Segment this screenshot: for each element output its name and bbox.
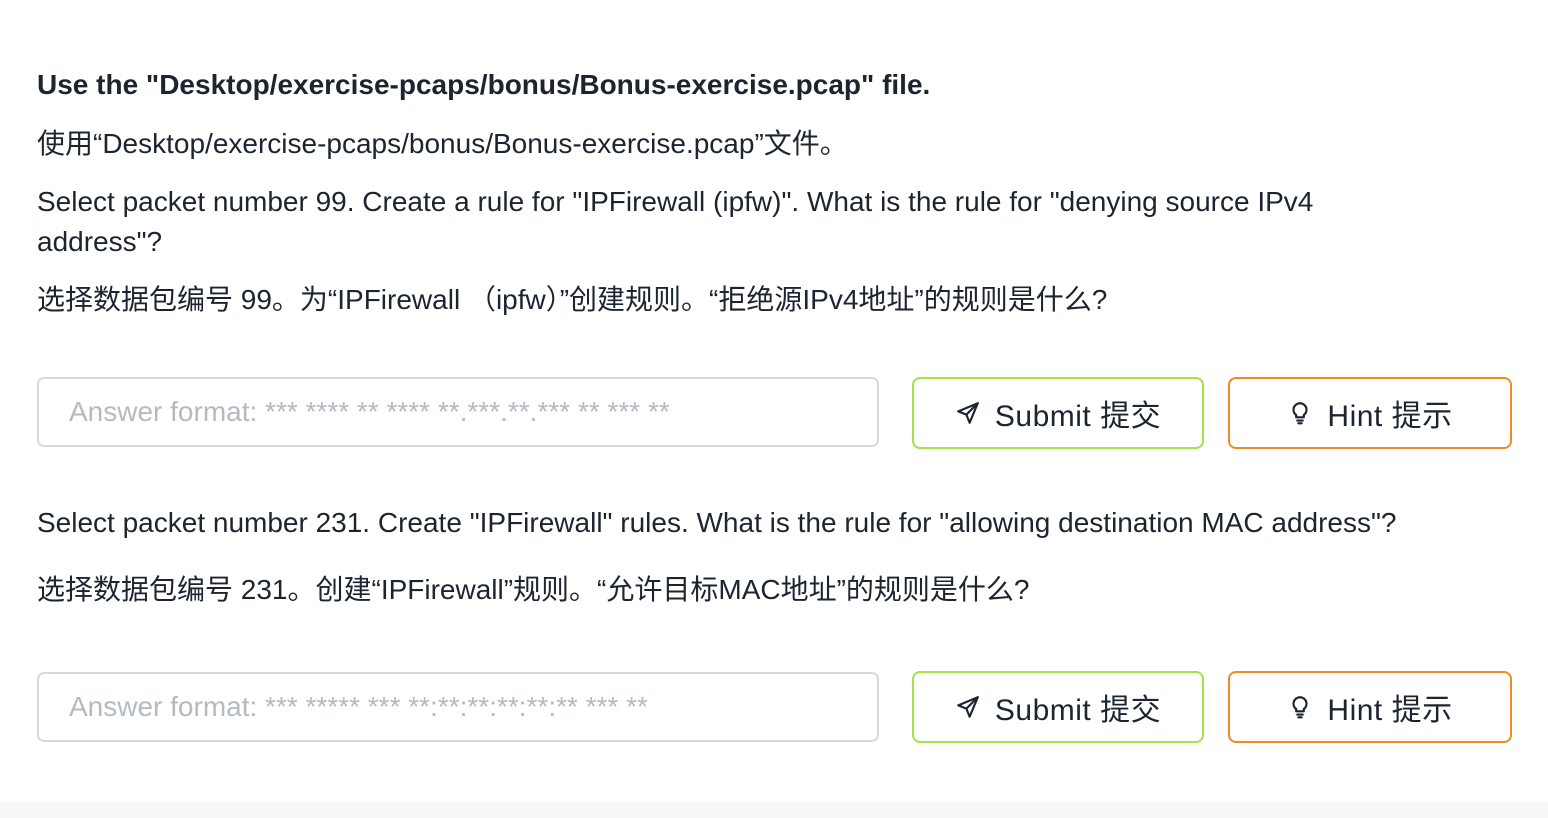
paper-plane-icon xyxy=(955,694,981,720)
question-2-hint-button[interactable]: Hint 提示 xyxy=(1228,671,1512,743)
question-1-answer-input[interactable] xyxy=(37,377,879,447)
lightbulb-icon xyxy=(1287,400,1313,426)
question-1-hint-button[interactable]: Hint 提示 xyxy=(1228,377,1512,449)
lightbulb-icon xyxy=(1287,694,1313,720)
hint-label: Hint 提示 xyxy=(1327,400,1453,433)
bottom-divider xyxy=(0,802,1548,818)
question-1-text-zh: 选择数据包编号 99。为“IPFirewall （ipfw）”创建规则。“拒绝源… xyxy=(37,284,1108,315)
question-1-text-en: Select packet number 99. Create a rule f… xyxy=(37,186,1314,257)
paper-plane-icon xyxy=(955,400,981,426)
question-2-text-en: Select packet number 231. Create "IPFire… xyxy=(37,507,1397,538)
hint-label: Hint 提示 xyxy=(1327,694,1453,727)
submit-label: Submit 提交 xyxy=(994,694,1162,727)
question-1-submit-button[interactable]: Submit 提交 xyxy=(912,377,1204,449)
file-instruction-zh: 使用“Desktop/exercise-pcaps/bonus/Bonus-ex… xyxy=(37,128,848,159)
submit-label: Submit 提交 xyxy=(994,400,1162,433)
file-instruction-en: Use the "Desktop/exercise-pcaps/bonus/Bo… xyxy=(37,69,931,100)
question-2-submit-button[interactable]: Submit 提交 xyxy=(912,671,1204,743)
question-2-answer-input[interactable] xyxy=(37,672,879,742)
question-2-text-zh: 选择数据包编号 231。创建“IPFirewall”规则。“允许目标MAC地址”… xyxy=(37,574,1030,605)
page: Use the "Desktop/exercise-pcaps/bonus/Bo… xyxy=(0,0,1548,818)
